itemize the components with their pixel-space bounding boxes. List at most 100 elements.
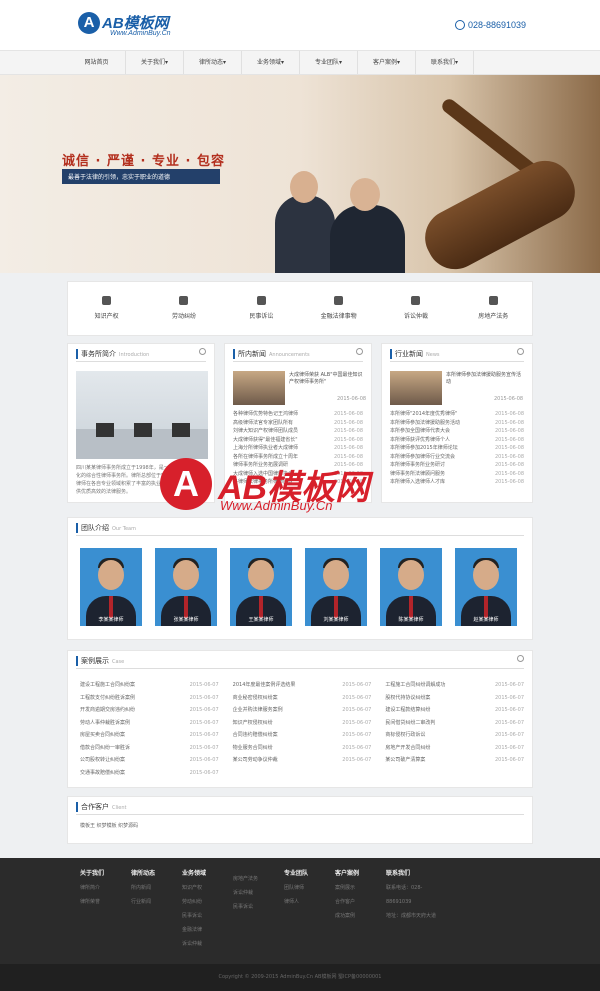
news-item[interactable]: 本所参加全国律师代表大会 2015-06-08 <box>390 427 524 436</box>
service-item[interactable]: 金融法律事物 <box>300 282 377 335</box>
case-item[interactable]: 合同违约赔偿纠纷案 2015-06-07 <box>233 729 372 742</box>
nav-about[interactable]: 关于我们▾ <box>126 51 184 74</box>
footer-link[interactable]: 团队律师 <box>284 881 335 895</box>
item-title[interactable]: 本所参加全国律师代表大会 <box>390 427 450 436</box>
item-title[interactable]: 大成律师获得"最佳福建省长" <box>233 436 298 445</box>
news-item[interactable]: 本所律师参加法律援助服务活动 2015-06-08 <box>390 419 524 428</box>
item-title[interactable]: 高级律师法官专家团队所有 <box>233 419 293 428</box>
news-item[interactable]: 高级律师法官专家团队所有 2015-06-08 <box>233 419 363 428</box>
item-title[interactable]: 合同违约赔偿纠纷案 <box>233 729 278 742</box>
service-item[interactable]: 民事诉讼 <box>223 282 300 335</box>
footer-link[interactable]: 房地产法务 <box>233 872 284 886</box>
nav-cases[interactable]: 客户案例▾ <box>358 51 416 74</box>
footer-link[interactable]: 合作客户 <box>335 895 386 909</box>
item-title[interactable]: 房屋买卖合同纠纷案 <box>80 729 125 742</box>
case-item[interactable]: 股权代持协议纠纷案 2015-06-07 <box>385 692 524 705</box>
item-title[interactable]: 某公司破产清算案 <box>385 754 425 767</box>
item-title[interactable]: 知识产权侵权纠纷 <box>233 717 273 730</box>
footer-link[interactable]: 地址：成都市天府大道 <box>386 909 437 923</box>
item-title[interactable]: 工程施工合同纠纷调解成功 <box>385 679 445 692</box>
case-item[interactable]: 商标侵权行政诉讼 2015-06-07 <box>385 729 524 742</box>
more-icon[interactable] <box>517 655 524 662</box>
service-item[interactable]: 诉讼仲裁 <box>377 282 454 335</box>
case-item[interactable]: 劳动人事仲裁胜诉案例 2015-06-07 <box>80 717 219 730</box>
item-title[interactable]: 商标侵权行政诉讼 <box>385 729 425 742</box>
footer-link[interactable]: 律师人 <box>284 895 335 909</box>
nav-contact[interactable]: 联系我们▾ <box>416 51 474 74</box>
footer-link[interactable]: 成功案例 <box>335 909 386 923</box>
footer-link[interactable]: 行业新闻 <box>131 895 182 909</box>
footer-link[interactable]: 所内新闻 <box>131 881 182 895</box>
case-item[interactable]: 房屋买卖合同纠纷案 2015-06-07 <box>80 729 219 742</box>
news-item[interactable]: 本所律师参加2015年律师论坛 2015-06-08 <box>390 444 524 453</box>
more-icon[interactable] <box>517 348 524 355</box>
nav-team[interactable]: 专业团队▾ <box>300 51 358 74</box>
footer-link[interactable]: 案例展示 <box>335 881 386 895</box>
item-title[interactable]: 某公司劳动争议仲裁 <box>233 754 278 767</box>
item-title[interactable]: 房地产开发合同纠纷 <box>385 742 430 755</box>
team-member-photo[interactable]: 王某某律师 <box>230 548 292 626</box>
case-item[interactable]: 某公司破产清算案 2015-06-07 <box>385 754 524 767</box>
footer-link[interactable]: 民事诉讼 <box>233 900 284 914</box>
case-item[interactable]: 开发商逾期交房违约纠纷 2015-06-07 <box>80 704 219 717</box>
case-item[interactable]: 物业服务合同纠纷 2015-06-07 <box>233 742 372 755</box>
item-title[interactable]: 本所律师参加法律援助服务活动 <box>390 419 460 428</box>
case-item[interactable]: 民间借贷纠纷二审改判 2015-06-07 <box>385 717 524 730</box>
footer-link[interactable]: 劳动纠纷 <box>182 895 233 909</box>
item-title[interactable]: 劳动人事仲裁胜诉案例 <box>80 717 130 730</box>
partner-links[interactable]: 模板王 织梦模板 织梦源码 <box>80 822 138 829</box>
team-member-photo[interactable]: 刘某某律师 <box>305 548 367 626</box>
news-item[interactable]: 本所律师"2014年度优秀律师" 2015-06-08 <box>390 410 524 419</box>
footer-link[interactable]: 金融法律 <box>182 923 233 937</box>
footer-link[interactable]: 律所荣誉 <box>80 895 131 909</box>
case-item[interactable]: 2014年度最佳案例评选结果 2015-06-07 <box>233 679 372 692</box>
item-title[interactable]: 各种律师优势特色记王鸿律师 <box>233 410 298 419</box>
item-title[interactable]: 本所律师参加2015年律师论坛 <box>390 444 458 453</box>
footer-link[interactable]: 诉讼仲裁 <box>182 937 233 951</box>
item-title[interactable]: 民间借贷纠纷二审改判 <box>385 717 435 730</box>
news-item[interactable]: 各种律师优势特色记王鸿律师 2015-06-08 <box>233 410 363 419</box>
footer-link[interactable]: 知识产权 <box>182 881 233 895</box>
case-item[interactable]: 公司股权转让纠纷案 2015-06-07 <box>80 754 219 767</box>
case-item[interactable]: 商业秘密侵权纠纷案 2015-06-07 <box>233 692 372 705</box>
team-member-photo[interactable]: 李某某律师 <box>80 548 142 626</box>
news2-feature-image[interactable] <box>390 371 442 405</box>
more-icon[interactable] <box>199 348 206 355</box>
item-title[interactable]: 企业并购法律服务案例 <box>233 704 283 717</box>
news2-feature-title[interactable]: 本所律师参加法律援助服务宣传活动 <box>446 372 522 386</box>
news-feature-image[interactable] <box>233 371 285 405</box>
item-title[interactable]: 开发商逾期交房违约纠纷 <box>80 704 135 717</box>
item-title[interactable]: 建设工程款结算纠纷 <box>385 704 430 717</box>
case-item[interactable]: 工程施工合同纠纷调解成功 2015-06-07 <box>385 679 524 692</box>
item-title[interactable]: 本所律师"2014年度优秀律师" <box>390 410 457 419</box>
item-title[interactable]: 交通事故赔偿纠纷案 <box>80 767 125 780</box>
item-title[interactable]: 上海分所律师执业者大成律师 <box>233 444 298 453</box>
case-item[interactable]: 知识产权侵权纠纷 2015-06-07 <box>233 717 372 730</box>
news-feature-title[interactable]: 大成律师荣获 ALB"中国最佳知识产权律师事务所" <box>289 372 365 386</box>
item-title[interactable]: 物业服务合同纠纷 <box>233 742 273 755</box>
news-item[interactable]: 本所律师获评优秀律师个人 2015-06-08 <box>390 436 524 445</box>
case-item[interactable]: 房地产开发合同纠纷 2015-06-07 <box>385 742 524 755</box>
case-item[interactable]: 交通事故赔偿纠纷案 2015-06-07 <box>80 767 219 780</box>
footer-link[interactable]: 联系电话：028-88691039 <box>386 881 437 909</box>
footer-link[interactable]: 民事诉讼 <box>182 909 233 923</box>
item-title[interactable]: 2014年度最佳案例评选结果 <box>233 679 296 692</box>
nav-news[interactable]: 律所动态▾ <box>184 51 242 74</box>
team-member-photo[interactable]: 赵某某律师 <box>455 548 517 626</box>
nav-home[interactable]: 网站首页 <box>68 51 126 74</box>
service-item[interactable]: 知识产权 <box>68 282 145 335</box>
news-item[interactable]: 刘律大知识产权律师团队成员 2015-06-08 <box>233 427 363 436</box>
nav-business[interactable]: 业务领域▾ <box>242 51 300 74</box>
service-item[interactable]: 劳动纠纷 <box>145 282 222 335</box>
item-title[interactable]: 商业秘密侵权纠纷案 <box>233 692 278 705</box>
item-title[interactable]: 公司股权转让纠纷案 <box>80 754 125 767</box>
team-member-photo[interactable]: 陈某某律师 <box>380 548 442 626</box>
news-item[interactable]: 上海分所律师执业者大成律师 2015-06-08 <box>233 444 363 453</box>
case-item[interactable]: 某公司劳动争议仲裁 2015-06-07 <box>233 754 372 767</box>
footer-link[interactable]: 律所简介 <box>80 881 131 895</box>
service-item[interactable]: 房地产法务 <box>455 282 532 335</box>
footer-link[interactable]: 诉讼仲裁 <box>233 886 284 900</box>
item-title[interactable]: 借款合同纠纷一审胜诉 <box>80 742 130 755</box>
case-item[interactable]: 建设工程款结算纠纷 2015-06-07 <box>385 704 524 717</box>
item-title[interactable]: 工程款支付纠纷胜诉案例 <box>80 692 135 705</box>
